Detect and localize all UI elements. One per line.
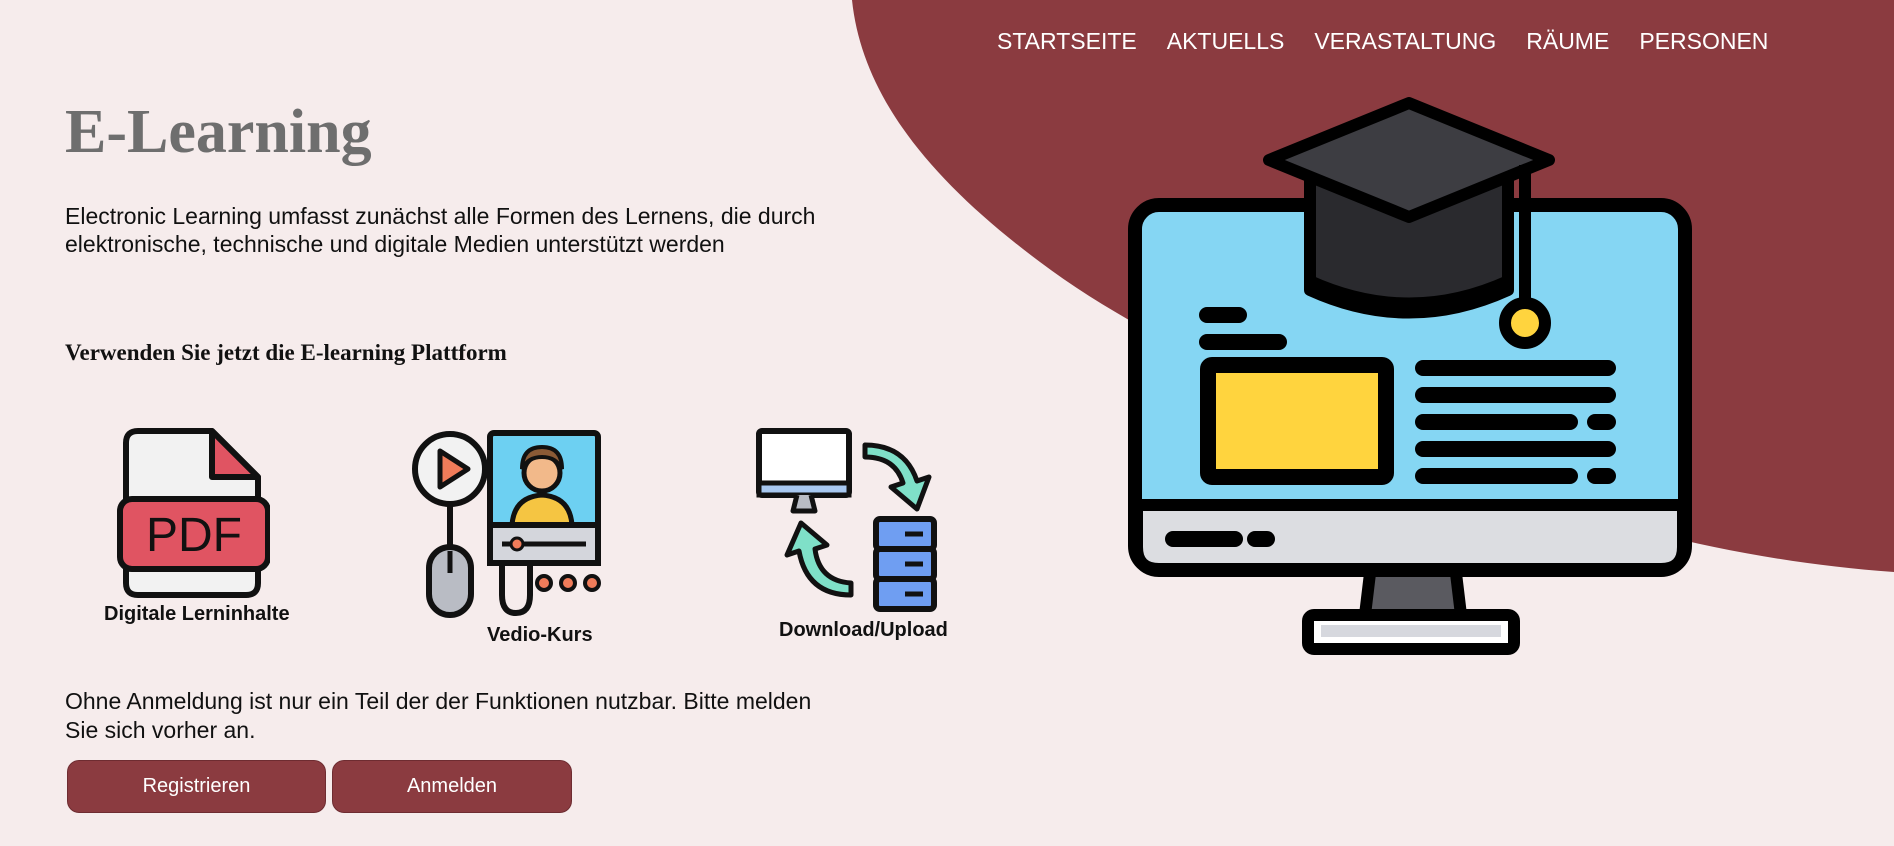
main-nav: STARTSEITE AKTUELLS VERASTALTUNG RÄUME P… — [997, 26, 1798, 56]
nav-item-startseite[interactable]: STARTSEITE — [997, 26, 1137, 56]
feature-download-upload: Download/Upload — [755, 425, 955, 645]
feature-caption-digital-content: Digitale Lerninhalte — [104, 603, 290, 625]
pdf-document-icon: PDF — [117, 428, 270, 598]
register-button[interactable]: Registrieren — [67, 760, 326, 813]
download-upload-icon — [756, 428, 937, 612]
computer-graduation-cap-icon — [1128, 97, 1692, 655]
feature-caption-video-course: Vedio-Kurs — [487, 624, 593, 646]
svg-text:PDF: PDF — [146, 509, 242, 562]
login-button[interactable]: Anmelden — [332, 760, 572, 813]
feature-caption-download-upload: Download/Upload — [779, 619, 948, 641]
intro-text: Electronic Learning umfasst zunächst all… — [65, 203, 816, 257]
feature-video-course: Vedio-Kurs — [410, 425, 610, 646]
nav-item-raeume[interactable]: RÄUME — [1526, 26, 1609, 56]
page-title: E-Learning — [65, 98, 372, 166]
feature-digital-content: PDF Digitale Lerninhalte — [104, 425, 295, 625]
video-course-icon — [412, 430, 601, 618]
nav-item-personen[interactable]: PERSONEN — [1639, 26, 1768, 56]
platform-subheading: Verwenden Sie jetzt die E-learning Platt… — [65, 340, 507, 365]
nav-item-aktuells[interactable]: AKTUELLS — [1167, 26, 1285, 56]
nav-item-verastaltung[interactable]: VERASTALTUNG — [1314, 26, 1496, 56]
login-notice: Ohne Anmeldung ist nur ein Teil der der … — [65, 688, 812, 743]
